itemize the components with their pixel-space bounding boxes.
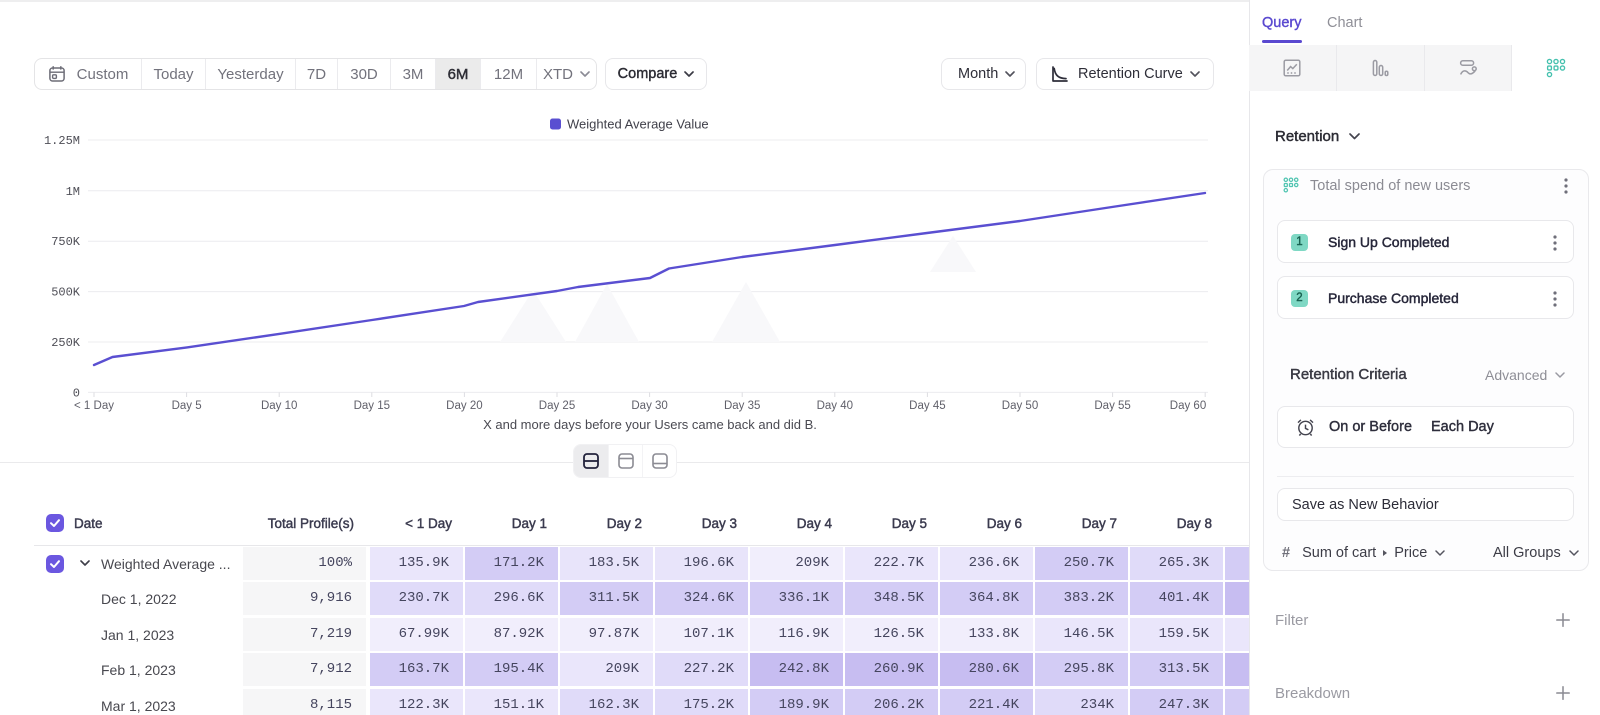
svg-text:Day 30: Day 30: [631, 400, 667, 412]
svg-text:Day 35: Day 35: [724, 400, 760, 412]
svg-text:1.25M: 1.25M: [44, 134, 80, 148]
svg-text:Day 10: Day 10: [261, 400, 297, 412]
svg-text:Day 50: Day 50: [1002, 400, 1038, 412]
svg-text:750K: 750K: [51, 235, 81, 249]
svg-text:< 1 Day: < 1 Day: [74, 400, 114, 412]
svg-text:Day 15: Day 15: [354, 400, 390, 412]
svg-text:Day 55: Day 55: [1094, 400, 1130, 412]
svg-text:Day 45: Day 45: [909, 400, 945, 412]
svg-text:Weighted Average Value: Weighted Average Value: [567, 117, 709, 132]
svg-text:Day 40: Day 40: [817, 400, 853, 412]
svg-text:Day 5: Day 5: [172, 400, 202, 412]
svg-text:Day 60: Day 60: [1170, 400, 1206, 412]
svg-text:Day 25: Day 25: [539, 400, 575, 412]
svg-text:0: 0: [73, 386, 80, 400]
svg-text:Day 20: Day 20: [446, 400, 482, 412]
svg-text:500K: 500K: [51, 286, 81, 300]
svg-text:X and more days before your Us: X and more days before your Users came b…: [483, 417, 817, 432]
svg-text:250K: 250K: [51, 336, 81, 350]
svg-text:1M: 1M: [66, 185, 80, 199]
